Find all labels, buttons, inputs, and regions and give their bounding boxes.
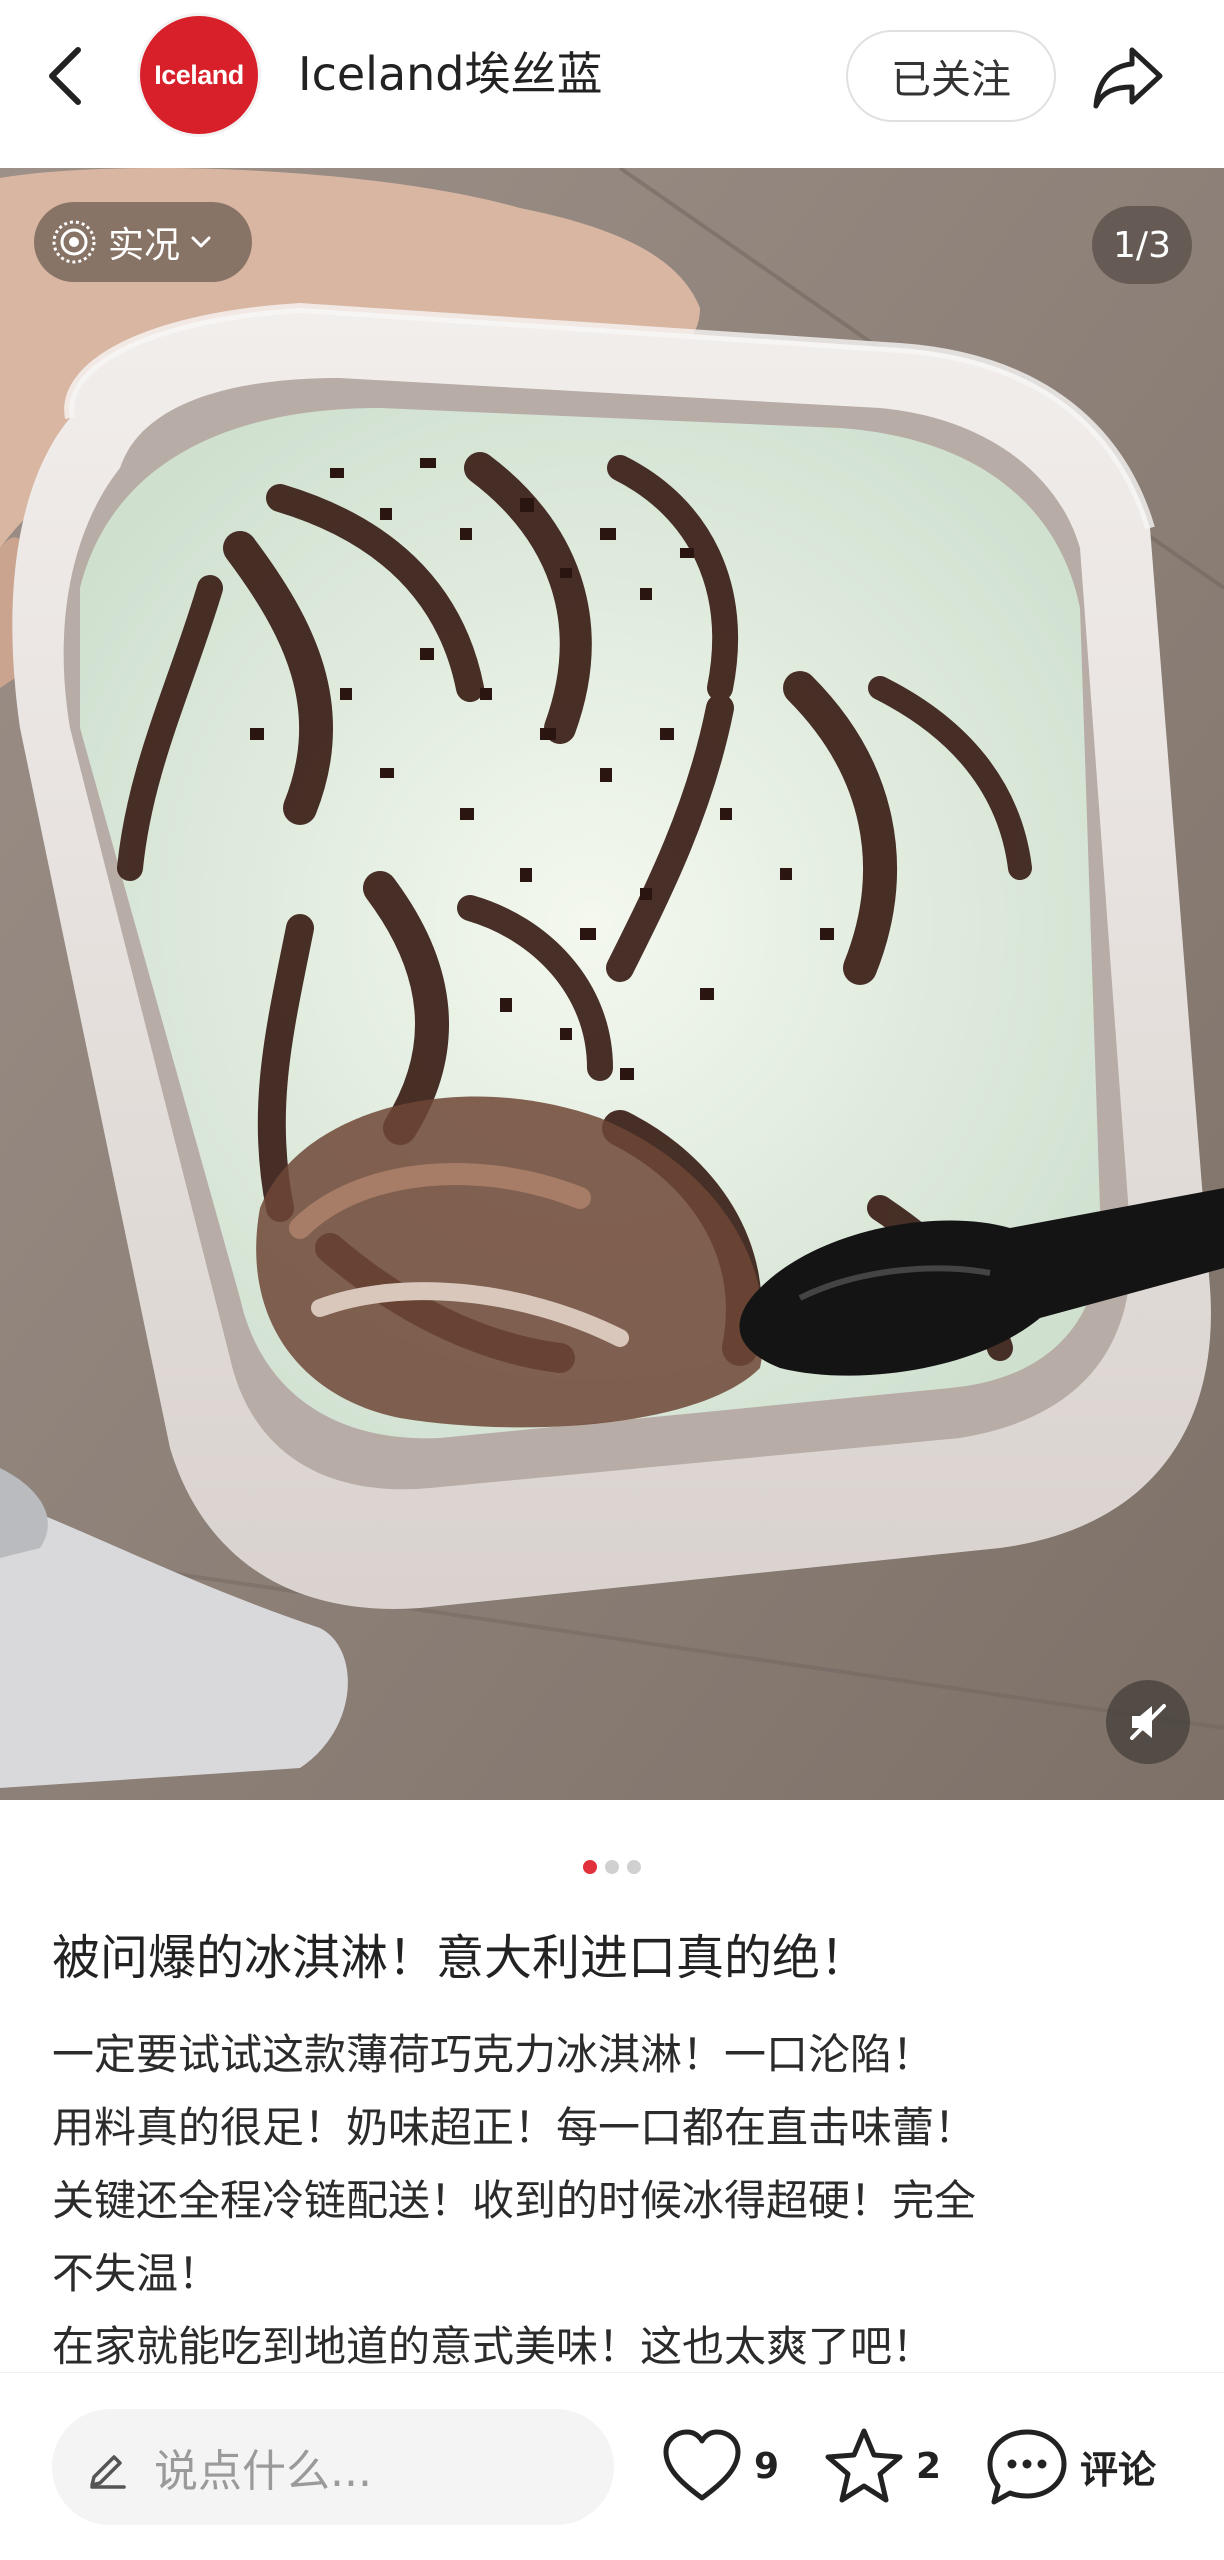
account-avatar[interactable]: Iceland: [140, 16, 258, 134]
top-bar: Iceland Iceland埃丝蓝 已关注: [0, 0, 1224, 168]
live-photo-icon: [52, 220, 96, 264]
page-counter: 1/3: [1092, 206, 1192, 284]
pagination-dot-3[interactable]: [627, 1860, 641, 1874]
live-photo-badge[interactable]: 实况: [34, 202, 252, 282]
post-image[interactable]: 实况 1/3: [0, 168, 1224, 1800]
share-icon: [1093, 47, 1163, 109]
account-name[interactable]: Iceland埃丝蓝: [298, 44, 602, 104]
mute-icon: [1130, 1704, 1166, 1740]
heart-icon: [663, 2429, 741, 2501]
comment-bubble-icon: [987, 2429, 1067, 2505]
post-body-line: 不失温！: [52, 2249, 221, 2298]
post-title: 被问爆的冰淇淋！意大利进口真的绝！: [52, 1930, 869, 1986]
pen-icon: [90, 2455, 126, 2489]
mute-button[interactable]: [1106, 1680, 1190, 1764]
live-label: 实况: [108, 225, 181, 266]
follow-button[interactable]: 已关注: [846, 30, 1056, 122]
back-arrow-icon: [49, 47, 81, 105]
post-body: 一定要试试这款薄荷巧克力冰淇淋！一口沦陷！ 用料真的很足！奶味超正！每一口都在直…: [52, 2018, 1192, 2383]
post-body-line: 一定要试试这款薄荷巧克力冰淇淋！一口沦陷！: [52, 2030, 935, 2079]
comment-button[interactable]: 评论: [984, 2423, 1156, 2509]
brand-logo-text: Iceland: [154, 59, 244, 90]
back-button[interactable]: [40, 44, 96, 108]
pagination-dot-2[interactable]: [605, 1860, 619, 1874]
post-body-line: 关键还全程冷链配送！收到的时候冰得超硬！完全: [52, 2176, 977, 2225]
ice-cream-photo: [0, 168, 1224, 1800]
pagination-dots: [0, 1860, 1224, 1874]
chevron-down-icon: [191, 236, 211, 248]
comment-input[interactable]: 说点什么...: [52, 2409, 614, 2525]
favorite-count: 2: [916, 2445, 942, 2487]
like-count: 9: [754, 2445, 780, 2487]
post-body-line: 用料真的很足！奶味超正！每一口都在直击味蕾！: [52, 2103, 977, 2152]
comment-placeholder: 说点什么...: [154, 2446, 372, 2497]
bottom-action-bar: 说点什么... 9 2 评论: [0, 2372, 1224, 2560]
comment-label: 评论: [1080, 2447, 1157, 2492]
like-button[interactable]: 9: [660, 2423, 779, 2509]
star-icon: [825, 2428, 903, 2503]
pagination-dot-1[interactable]: [583, 1860, 597, 1874]
share-button[interactable]: [1090, 42, 1166, 112]
favorite-button[interactable]: 2: [822, 2423, 941, 2509]
